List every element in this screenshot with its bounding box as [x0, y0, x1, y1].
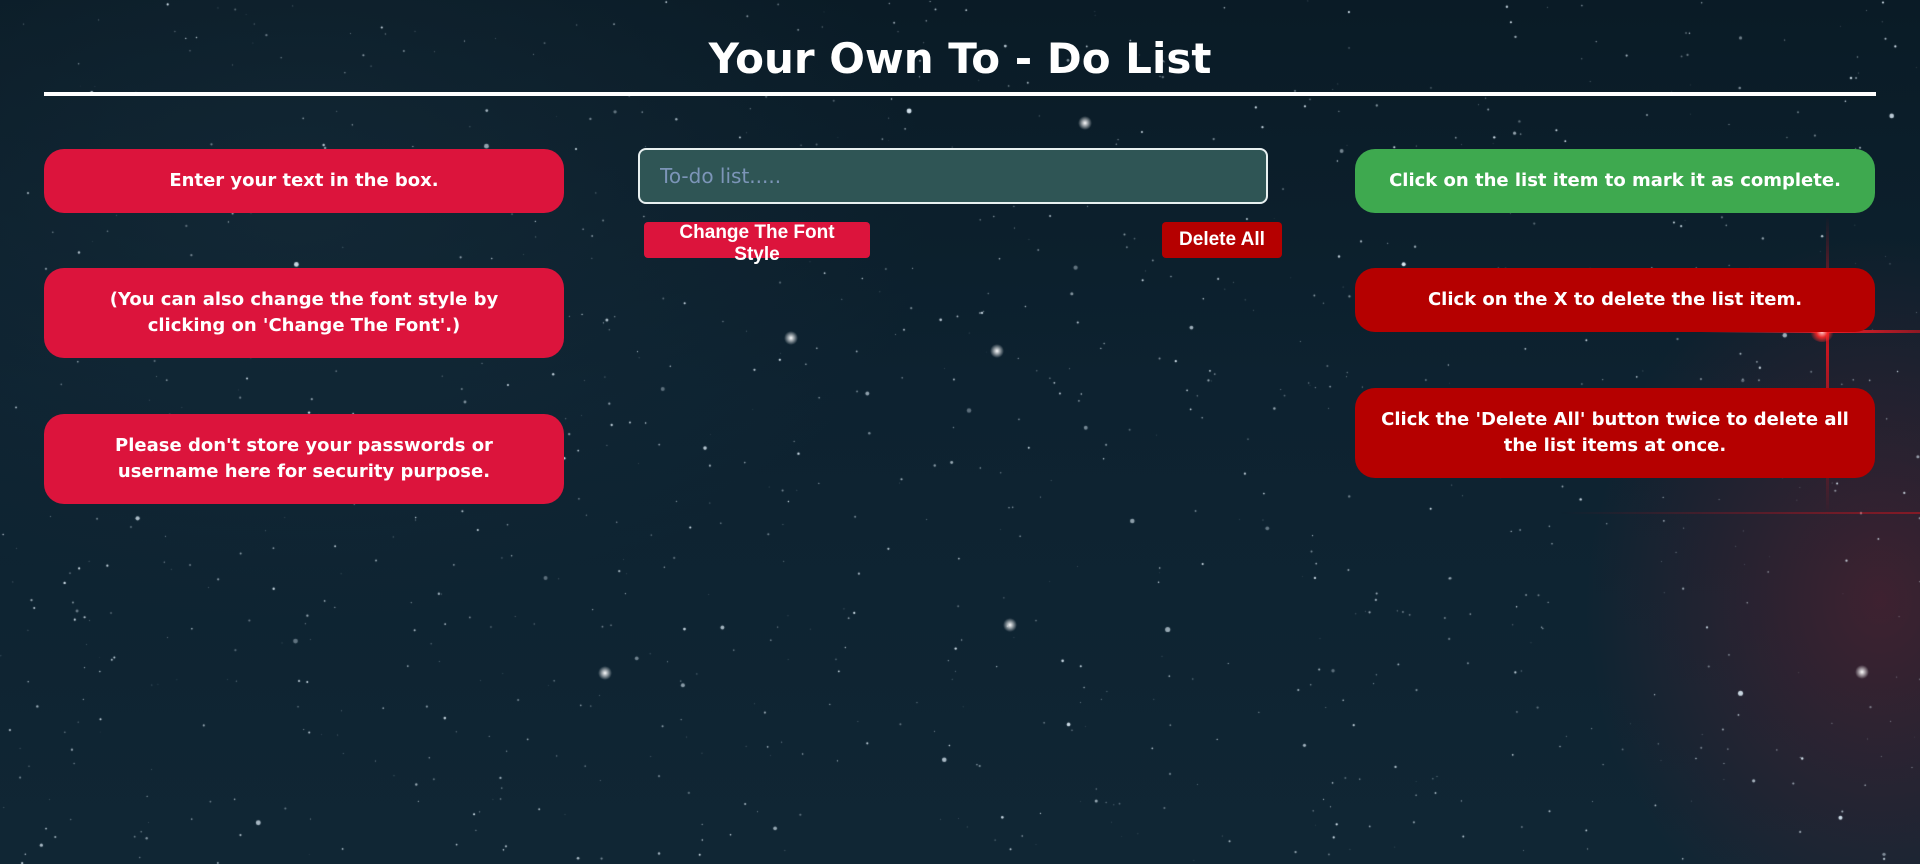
instruction-text: Click the 'Delete All' button twice to d… [1381, 409, 1849, 456]
page-title: Your Own To - Do List [708, 34, 1212, 83]
title-divider [44, 92, 1876, 96]
instruction-text: Enter your text in the box. [169, 170, 439, 191]
instruction-delete-item: Click on the X to delete the list item. [1355, 268, 1875, 332]
instruction-text: (You can also change the font style by c… [109, 289, 499, 336]
instruction-text: Please don't store your passwords or use… [115, 435, 493, 482]
instruction-text: Click on the X to delete the list item. [1427, 289, 1803, 310]
instruction-enter-text: Enter your text in the box. [44, 149, 564, 213]
instruction-delete-all: Click the 'Delete All' button twice to d… [1355, 388, 1875, 478]
red-flare-lower [1560, 512, 1920, 514]
change-font-style-button[interactable]: Change The Font Style [644, 222, 870, 265]
delete-all-button[interactable]: Delete All [1162, 222, 1282, 258]
instruction-text: Click on the list item to mark it as com… [1389, 170, 1841, 191]
instruction-security-warning: Please don't store your passwords or use… [44, 414, 564, 504]
instruction-change-font: (You can also change the font style by c… [44, 268, 564, 358]
todo-input[interactable] [638, 148, 1268, 204]
instruction-mark-complete: Click on the list item to mark it as com… [1355, 149, 1875, 213]
